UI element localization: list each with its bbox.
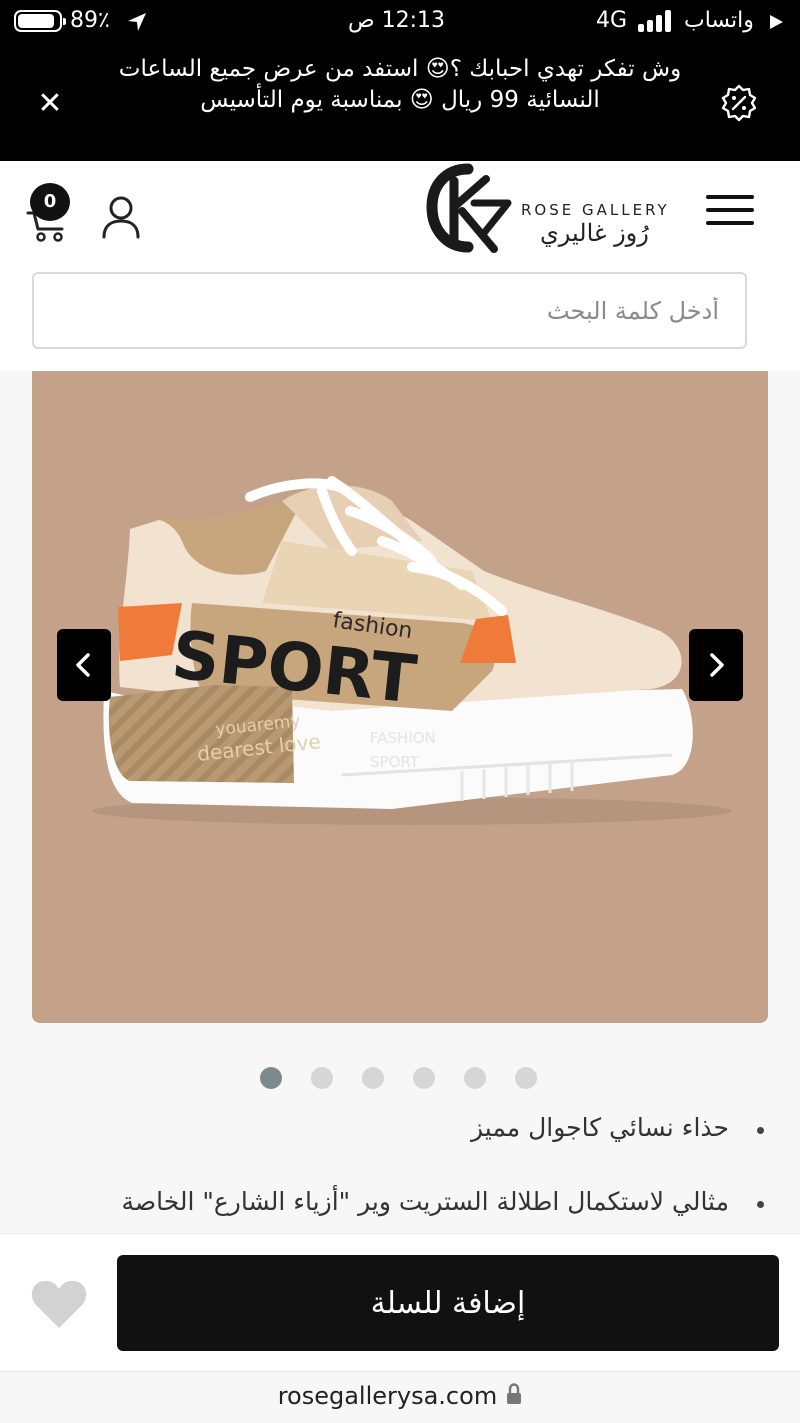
hamburger-menu-icon[interactable] <box>706 195 754 235</box>
gallery-pagination <box>260 1067 537 1091</box>
discount-badge-icon <box>721 84 757 122</box>
status-bar: 89٪ 12:13 ص 4G واتساب <box>0 0 800 44</box>
chevron-left-icon <box>76 653 90 677</box>
play-back-icon <box>770 15 783 29</box>
logo-monogram-icon <box>426 163 512 253</box>
logo-text-arabic: رُوز غاليري <box>540 219 649 247</box>
gallery-prev-button[interactable] <box>57 629 111 701</box>
user-icon[interactable] <box>100 195 142 239</box>
cart-button[interactable]: 0 <box>26 183 76 243</box>
pagination-dot[interactable] <box>464 1067 486 1089</box>
bottom-action-bar: إضافة للسلة <box>0 1233 800 1371</box>
browser-url-bar[interactable]: rosegallerysa.com <box>0 1371 800 1423</box>
site-header: 0 ROSE GALLERY رُوز غاليري <box>0 161 800 371</box>
battery-percentage: 89٪ <box>70 8 110 33</box>
sneaker-illustration: fashion SPORT youaremy dearest love FASH… <box>92 476 732 825</box>
close-icon[interactable]: ✕ <box>30 84 70 124</box>
site-logo[interactable]: ROSE GALLERY رُوز غاليري <box>424 161 684 261</box>
url-text: rosegallerysa.com <box>277 1382 498 1410</box>
cart-count-badge: 0 <box>30 183 70 221</box>
add-to-cart-button[interactable]: إضافة للسلة <box>117 1255 779 1351</box>
lock-icon <box>507 1383 522 1404</box>
chevron-right-icon <box>710 653 724 677</box>
gallery-next-button[interactable] <box>689 629 743 701</box>
logo-text-english: ROSE GALLERY <box>521 201 670 219</box>
status-time: 12:13 ص <box>348 8 445 33</box>
promo-text: وش تفكر تهدي احبابك ؟😍 استفد من عرض جميع… <box>118 56 682 113</box>
location-arrow-icon <box>128 13 146 31</box>
product-image[interactable]: fashion SPORT youaremy dearest love FASH… <box>32 371 768 1023</box>
pagination-dot[interactable] <box>311 1067 333 1089</box>
shoe-sole-text-1: FASHION <box>370 729 436 747</box>
heart-icon[interactable] <box>30 1278 88 1330</box>
battery-icon <box>14 10 66 32</box>
network-type: 4G <box>596 8 628 33</box>
pagination-dot[interactable] <box>413 1067 435 1089</box>
pagination-dot[interactable] <box>260 1067 282 1089</box>
shoe-sole-text-2: SPORT <box>370 753 420 771</box>
feature-item: مثالي لاستكمال اطلالة الستريت وير "أزياء… <box>0 1185 764 1219</box>
feature-item: حذاء نسائي كاجوال مميز <box>0 1111 764 1145</box>
promo-banner: ✕ وش تفكر تهدي احبابك ؟😍 استفد من عرض جم… <box>0 44 800 161</box>
pagination-dot[interactable] <box>515 1067 537 1089</box>
search-input[interactable] <box>32 272 747 349</box>
signal-icon <box>638 10 680 32</box>
back-to-app-link[interactable]: واتساب <box>684 6 754 36</box>
pagination-dot[interactable] <box>362 1067 384 1089</box>
product-gallery: fashion SPORT youaremy dearest love FASH… <box>0 371 800 1233</box>
